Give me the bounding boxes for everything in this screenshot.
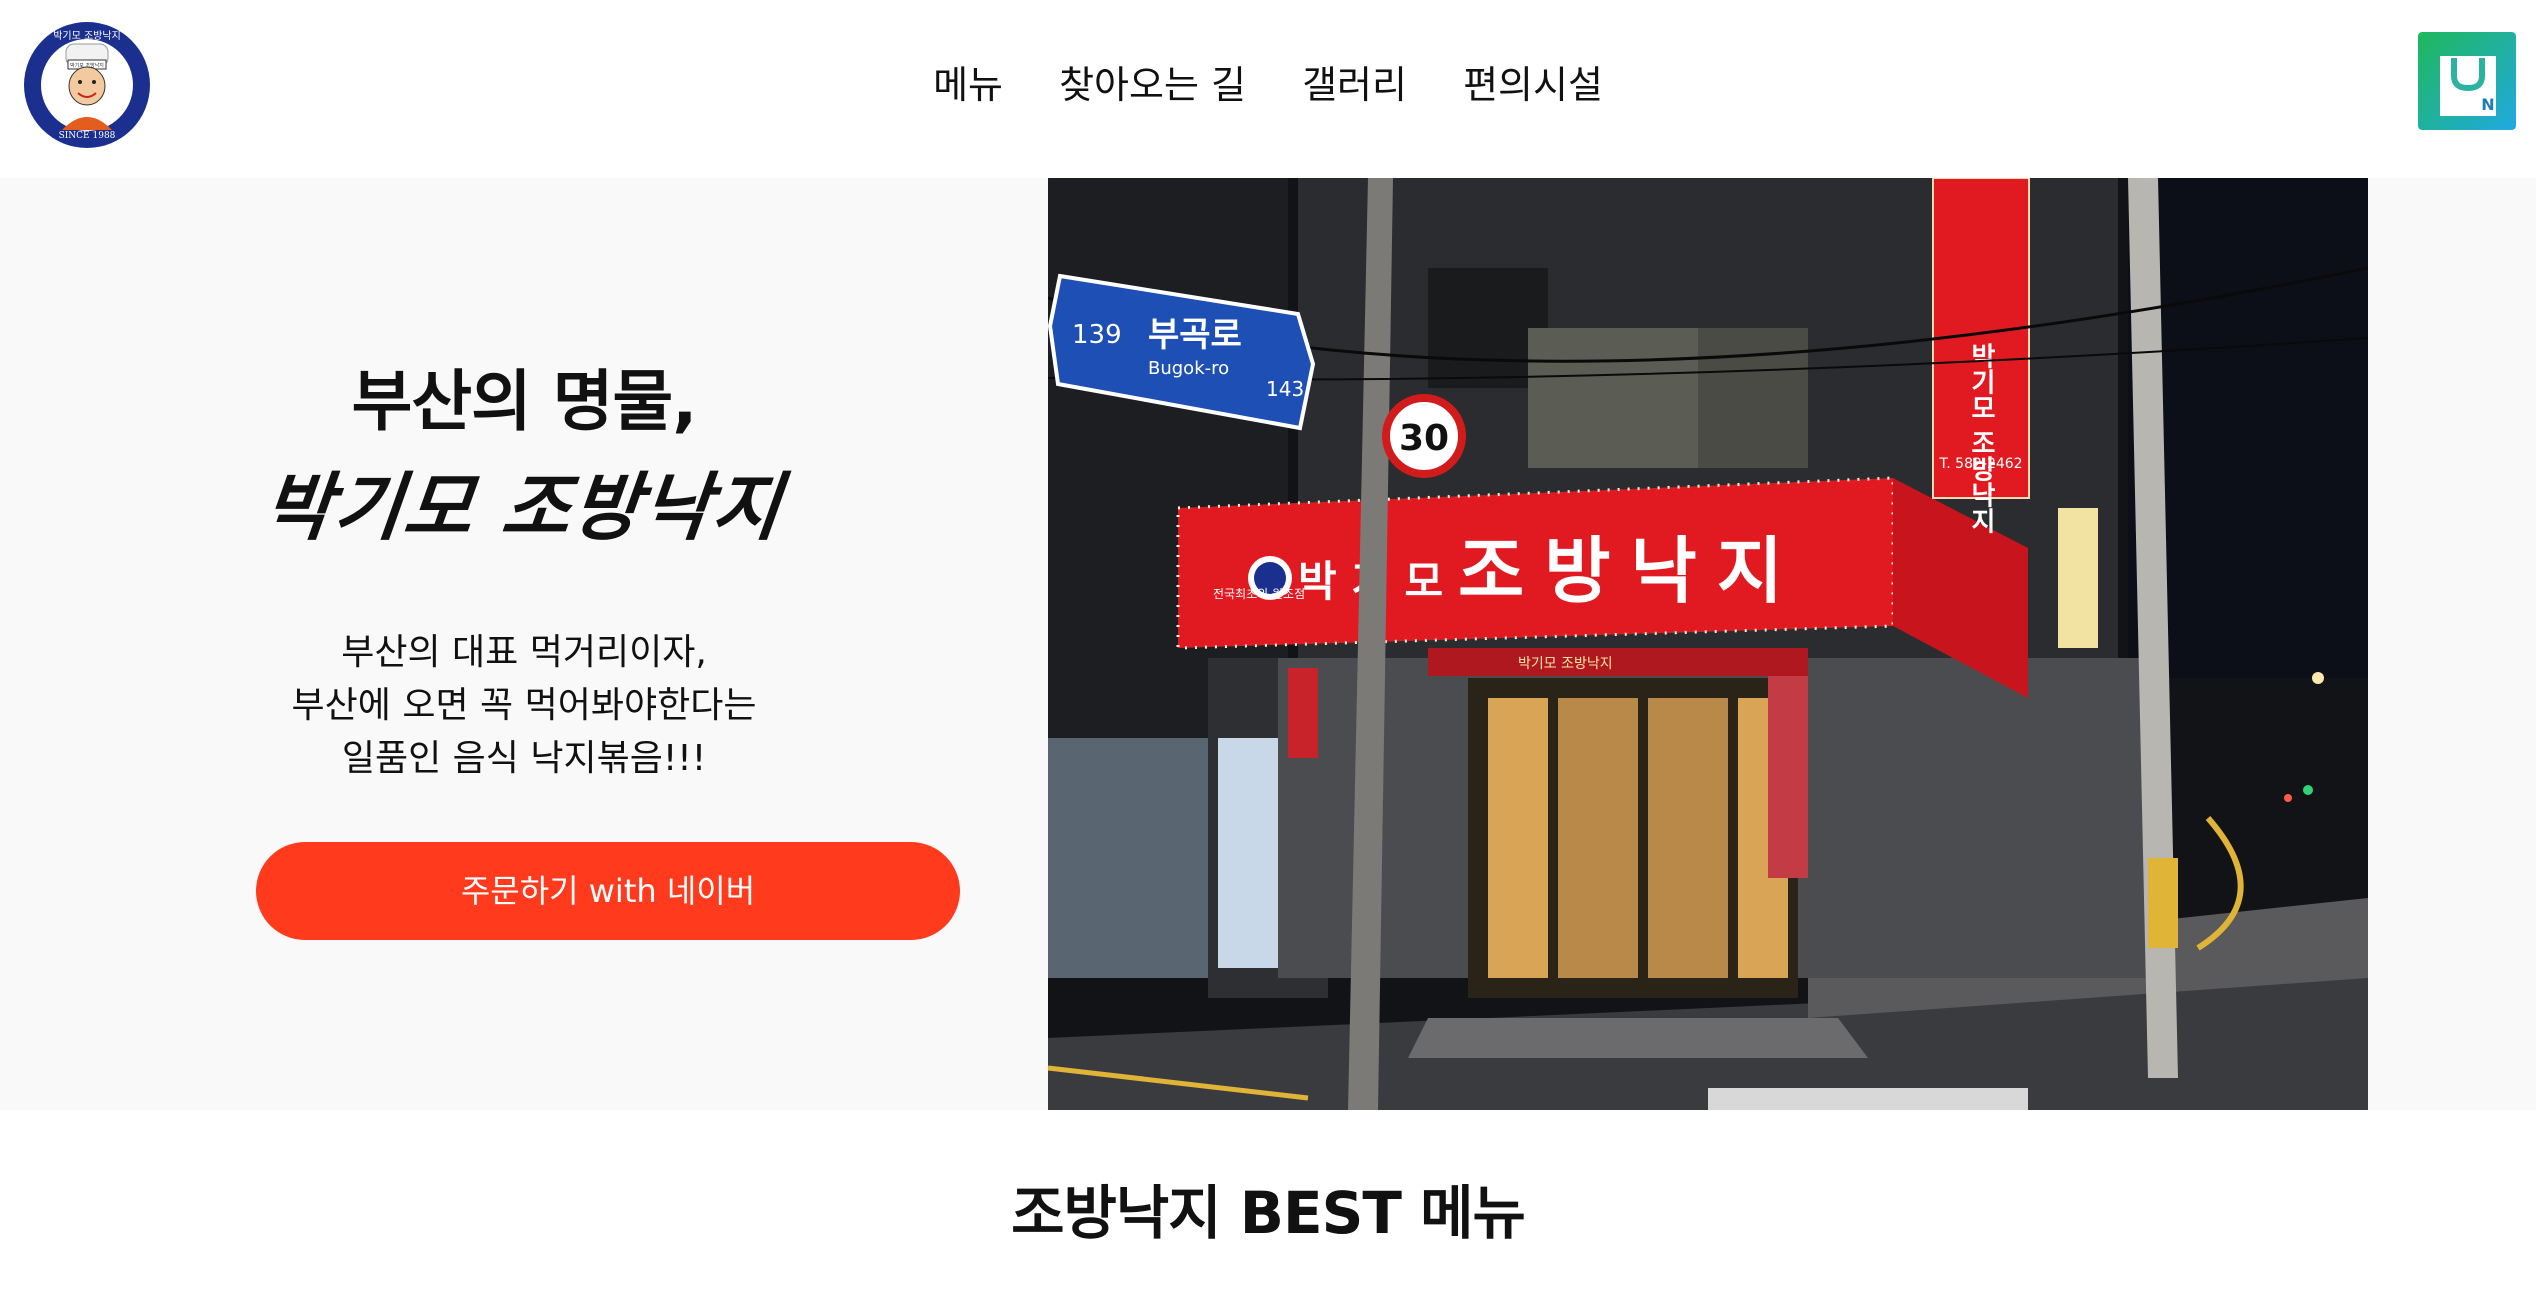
order-with-naver-button[interactable]: 주문하기 with 네이버 — [256, 842, 960, 940]
naver-smartstore-icon[interactable]: N — [2418, 32, 2516, 130]
storefront-photo: 박기모 조방낙지 전국최초의 원조점 박 기 모 조방낙지 박기모 조방낙지 T… — [1048, 178, 2368, 1110]
hero-description-line: 부산의 대표 먹거리이자, — [341, 632, 707, 673]
hero-text-panel: 부산의 명물, 박기모 조방낙지 부산의 대표 먹거리이자, 부산에 오면 꼭 … — [0, 178, 1048, 1110]
nav-gallery[interactable]: 갤러리 — [1302, 52, 1407, 118]
hero-description-line: 일품인 음식 낙지볶음!!! — [341, 738, 707, 779]
svg-text:N: N — [2481, 95, 2494, 114]
hero-description-line: 부산에 오면 꼭 먹어봐야한다는 — [291, 685, 757, 726]
svg-text:박기모 조방낙지: 박기모 조방낙지 — [53, 30, 121, 42]
svg-text:부곡로: 부곡로 — [1148, 315, 1242, 355]
best-menu-title: 조방낙지 BEST 메뉴 — [1011, 1179, 1526, 1247]
svg-text:139: 139 — [1072, 320, 1122, 350]
svg-text:30: 30 — [1399, 418, 1449, 459]
nav-menu[interactable]: 메뉴 — [933, 52, 1003, 118]
svg-text:Bugok-ro: Bugok-ro — [1148, 358, 1229, 379]
svg-text:T. 582-2462: T. 582-2462 — [1938, 456, 2022, 472]
hero-title: 부산의 명물, — [351, 363, 698, 440]
svg-text:SINCE 1988: SINCE 1988 — [59, 131, 116, 141]
hero-description: 부산의 대표 먹거리이자, 부산에 오면 꼭 먹어봐야한다는 일품인 음식 낙지… — [0, 626, 1048, 785]
svg-text:143: 143 — [1266, 377, 1304, 401]
svg-text:박기모 조방낙지: 박기모 조방낙지 — [1518, 656, 1613, 672]
main-nav: 메뉴 찾아오는 길 갤러리 편의시설 — [0, 52, 2536, 118]
site-header: ★ ★ 박기모 조방낙지 SINCE 1988 박기모 조방낙지 메뉴 찾아오는… — [0, 0, 2536, 178]
svg-text:조방낙지: 조방낙지 — [1458, 528, 1803, 613]
hero-section: 부산의 명물, 박기모 조방낙지 부산의 대표 먹거리이자, 부산에 오면 꼭 … — [0, 178, 2536, 1110]
nav-amenities[interactable]: 편의시설 — [1463, 52, 1603, 118]
svg-text:전국최초의 원조점: 전국최초의 원조점 — [1213, 587, 1305, 601]
svg-text:박기모 조방낙지: 박기모 조방낙지 — [1966, 342, 1996, 533]
nav-directions[interactable]: 찾아오는 길 — [1059, 52, 1246, 118]
hero-brand-name: 박기모 조방낙지 — [259, 465, 787, 551]
